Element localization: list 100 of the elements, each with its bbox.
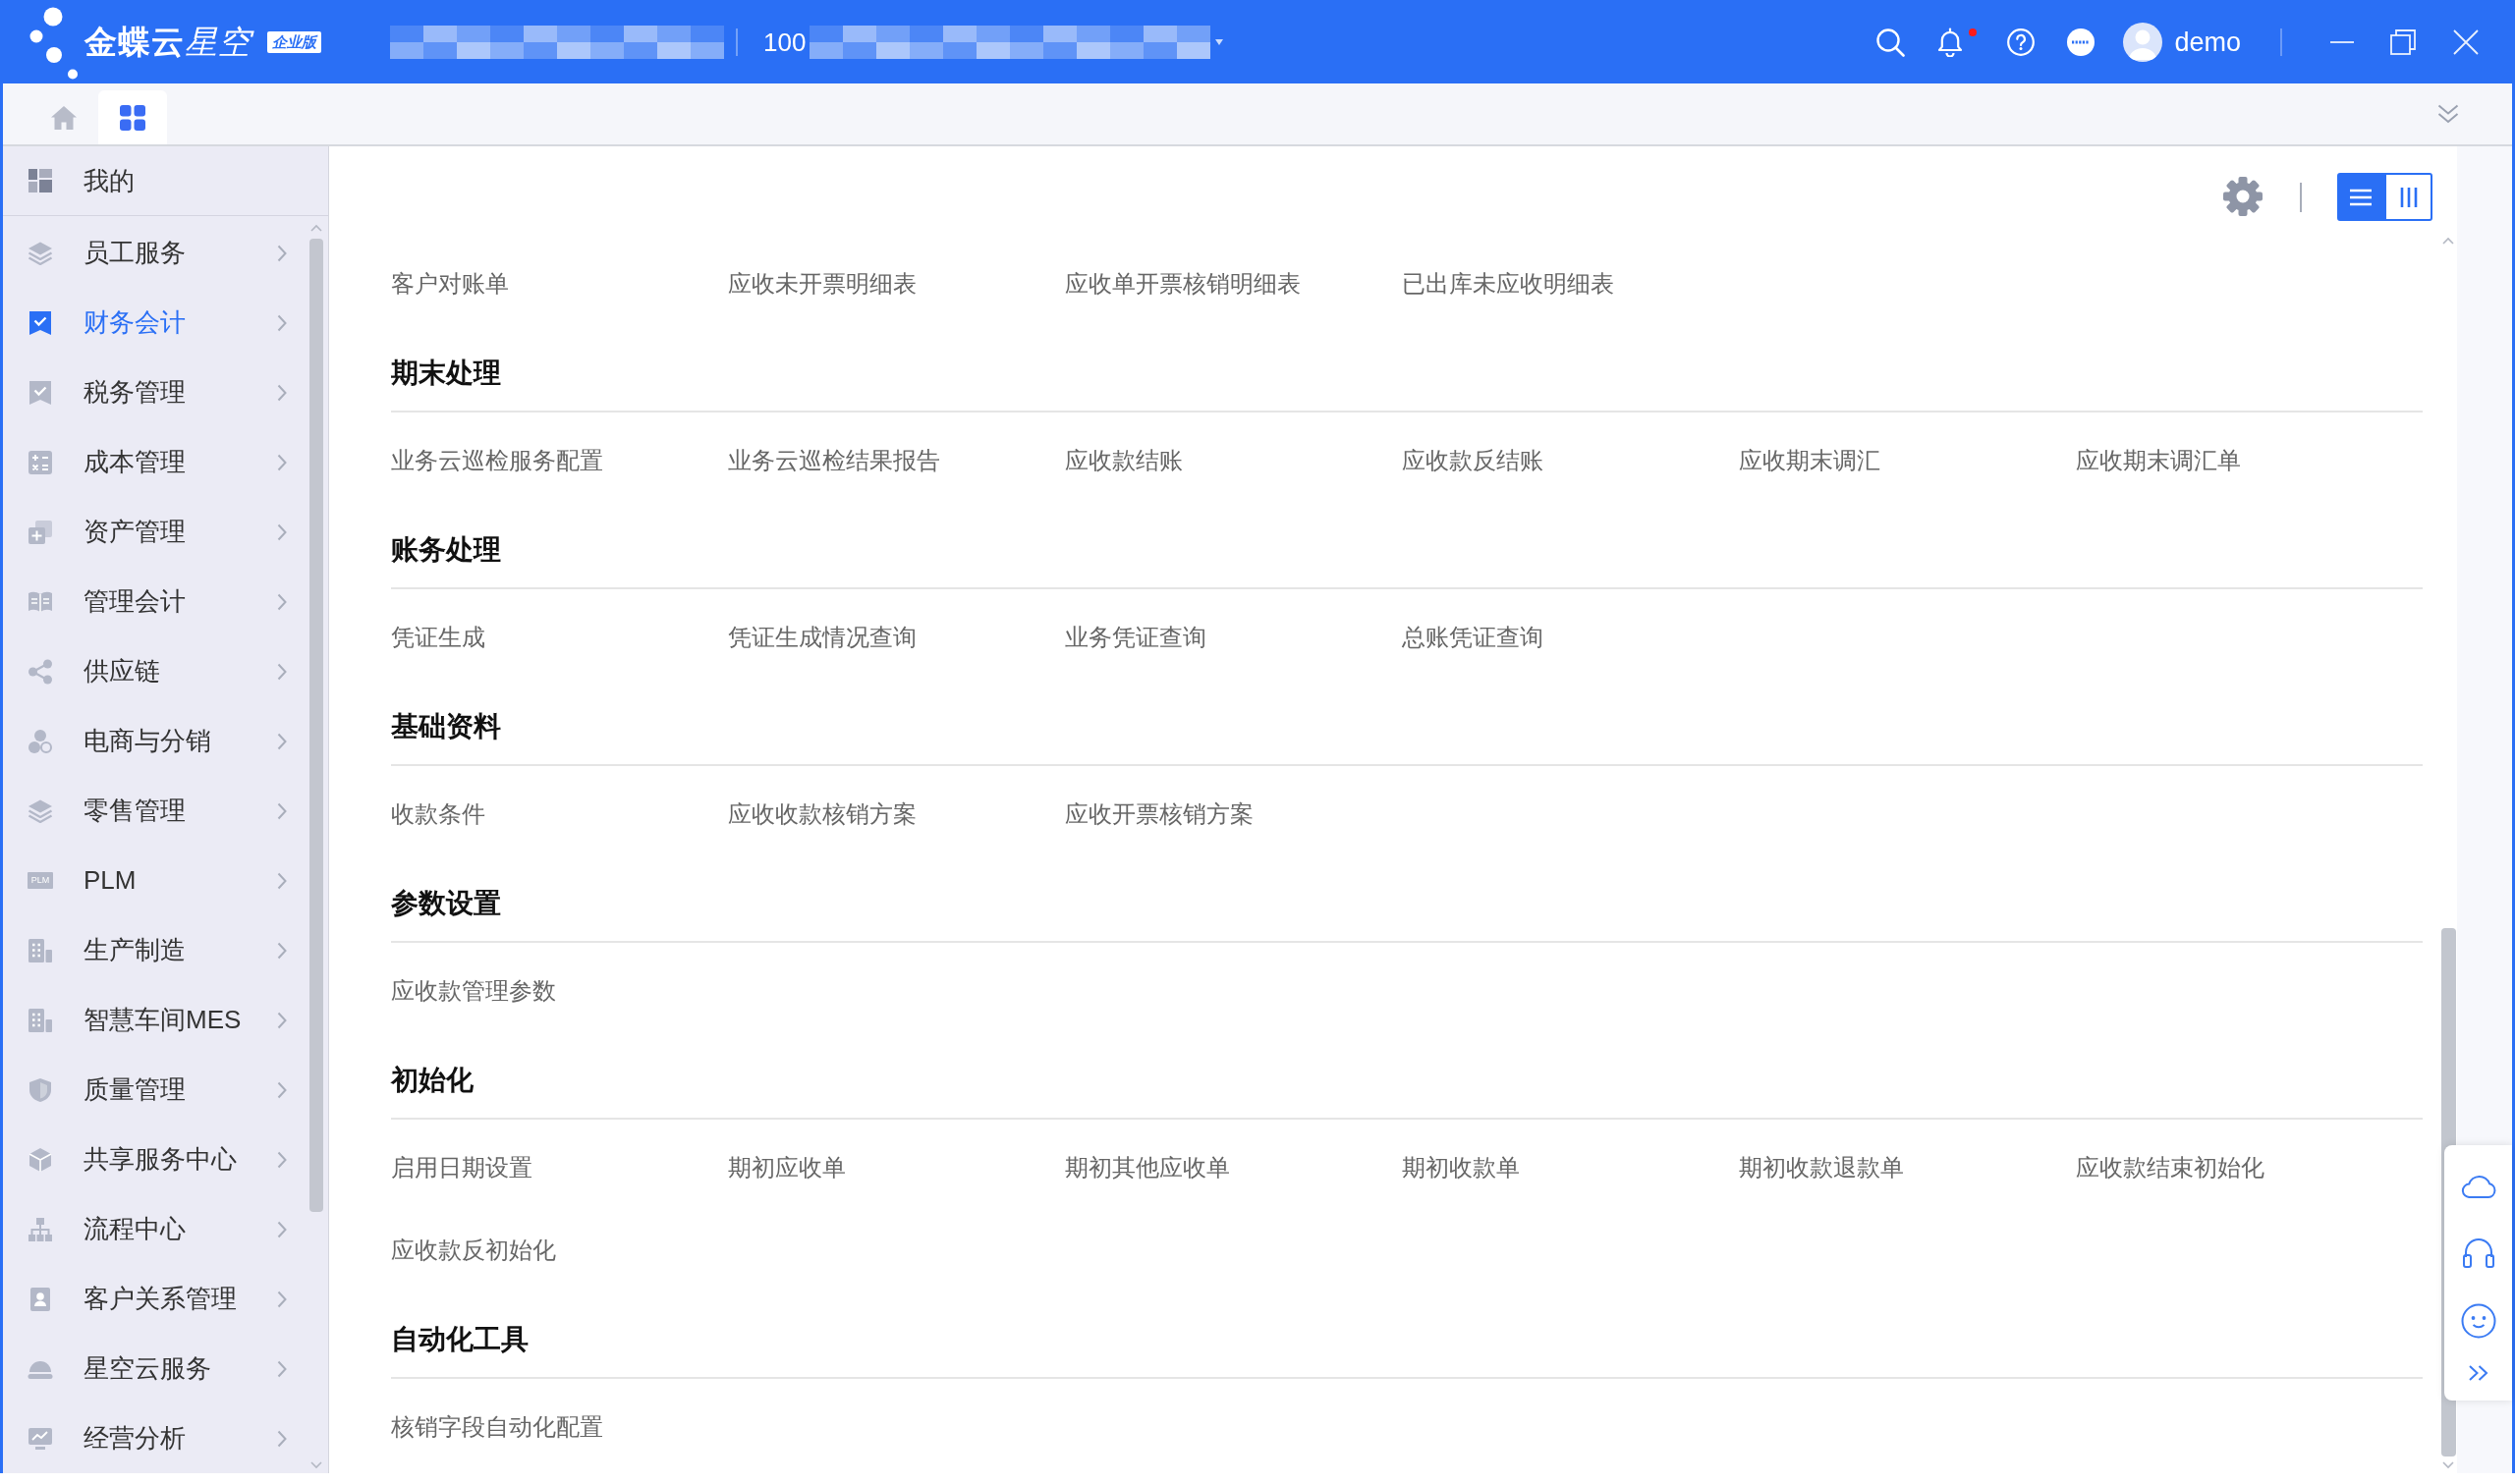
more-disc-icon[interactable] [2067,27,2096,56]
chevron-right-icon [277,1359,287,1378]
menu-link[interactable]: 应收收款核销方案 [728,798,917,830]
menu-link[interactable]: 核销字段自动化配置 [391,1411,603,1443]
menu-link[interactable]: 应收款反结账 [1402,445,1543,476]
checked-bookmark-icon [28,379,53,406]
sidebar-item[interactable]: 智慧车间MES [3,985,307,1055]
double-chevron-down-icon[interactable] [2437,104,2459,124]
menu-link[interactable]: 已出库未应收明细表 [1402,268,1614,300]
app-grid-icon [120,104,145,131]
menu-link[interactable]: 收款条件 [391,798,485,830]
menu-link[interactable]: 应收期末调汇单 [2076,445,2241,476]
layers-icon [28,797,53,824]
sidebar-item[interactable]: 税务管理 [3,357,307,427]
chevron-right-icon [277,1220,287,1238]
sidebar-item[interactable]: 资产管理 [3,497,307,567]
chevron-right-icon [277,1011,287,1029]
bell-icon[interactable] [1936,27,1965,57]
menu-link[interactable]: 业务云巡检服务配置 [391,445,603,476]
double-chevron-right-icon[interactable] [2467,1365,2489,1381]
scrollbar-thumb[interactable] [308,239,323,1212]
columns-view-button[interactable] [2384,173,2432,221]
restore-icon[interactable] [2390,28,2416,55]
menu-link[interactable]: 业务云巡检结果报告 [728,445,940,476]
org-chart-icon [28,1216,53,1242]
org-selector[interactable]: 100 [763,26,807,58]
sidebar-item[interactable]: 我的 [3,146,328,216]
search-icon[interactable] [1875,27,1906,57]
building-icon [28,937,53,963]
sidebar-item[interactable]: 管理会计 [3,567,307,636]
section-title: 自动化工具 [391,1323,529,1356]
menu-link[interactable]: 凭证生成情况查询 [728,622,917,653]
chevron-right-icon [277,871,287,890]
close-icon[interactable] [2453,28,2479,55]
user-name[interactable]: demo [2174,25,2241,59]
smiley-icon[interactable] [2460,1303,2496,1339]
sidebar-item[interactable]: 财务会计 [3,288,307,357]
sidebar-item[interactable]: 经营分析 [3,1403,307,1473]
circles-cluster-icon [28,728,53,754]
menu-link[interactable]: 客户对账单 [391,268,509,300]
menu-link[interactable]: 应收款结束初始化 [2076,1152,2264,1183]
help-icon[interactable] [2007,27,2036,56]
menu-link[interactable]: 业务凭证查询 [1065,622,1206,653]
checked-bookmark-icon [28,309,53,336]
chevron-right-icon [277,522,287,541]
building-icon [28,1007,53,1033]
menu-link[interactable]: 凭证生成 [391,622,485,653]
caret-down-icon [1214,37,1225,46]
sidebar-item[interactable]: 星空云服务 [3,1334,307,1403]
menu-link[interactable]: 期初其他应收单 [1065,1152,1230,1183]
chevron-right-icon [277,1150,287,1169]
sidebar-item[interactable]: 质量管理 [3,1055,307,1125]
chevron-right-icon [277,732,287,750]
sidebar-item[interactable]: 供应链 [3,636,307,706]
menu-link[interactable]: 应收款管理参数 [391,975,556,1007]
stacked-squares-icon [28,519,53,545]
dashboard-icon [28,168,53,193]
chevron-right-icon [277,244,287,262]
menu-link[interactable]: 应收单开票核销明细表 [1065,268,1301,300]
chevron-right-icon [277,941,287,960]
chevron-right-icon [277,1080,287,1099]
chevron-right-icon [277,801,287,820]
menu-link[interactable]: 总账凭证查询 [1402,622,1543,653]
menu-link[interactable]: 应收未开票明细表 [728,268,917,300]
sidebar-item[interactable]: 零售管理 [3,776,307,846]
section-title: 账务处理 [391,533,501,567]
shield-icon [28,1076,53,1103]
sidebar-item[interactable]: PLM PLM [3,846,307,915]
avatar-icon[interactable] [2123,22,2163,62]
sidebar-item[interactable]: 电商与分销 [3,706,307,776]
section-title: 初始化 [391,1064,474,1097]
cloud-icon[interactable] [2460,1173,2496,1198]
sidebar-item[interactable]: 员工服务 [3,218,307,288]
chevron-right-icon [277,313,287,332]
menu-link[interactable]: 期初收款退款单 [1739,1152,1904,1183]
sidebar-item[interactable]: 流程中心 [3,1194,307,1264]
headset-icon[interactable] [2461,1237,2495,1268]
chevron-right-icon [277,383,287,402]
sidebar-item[interactable]: 生产制造 [3,915,307,985]
sidebar-item[interactable]: 客户关系管理 [3,1264,307,1334]
section-title: 基础资料 [391,710,501,743]
menu-link[interactable]: 应收款反初始化 [391,1235,556,1266]
menu-link[interactable]: 应收款结账 [1065,445,1183,476]
section-title: 期末处理 [391,357,501,390]
sidebar-item[interactable]: 共享服务中心 [3,1125,307,1194]
list-icon [2350,188,2372,206]
section-title: 参数设置 [391,887,501,920]
menu-link[interactable]: 期初应收单 [728,1152,846,1183]
columns-icon [2399,187,2418,207]
apps-tab[interactable] [98,90,167,144]
edition-tag: 企业版 [267,30,321,53]
menu-link[interactable]: 启用日期设置 [391,1152,532,1183]
menu-link[interactable]: 期初收款单 [1402,1152,1520,1183]
sidebar-item[interactable]: 成本管理 [3,427,307,497]
calculator-icon [28,449,53,475]
menu-link[interactable]: 应收开票核销方案 [1065,798,1254,830]
menu-link[interactable]: 应收期末调汇 [1739,445,1880,476]
chevron-right-icon [277,1290,287,1308]
contact-card-icon [28,1286,53,1312]
list-view-button[interactable] [2337,173,2384,221]
